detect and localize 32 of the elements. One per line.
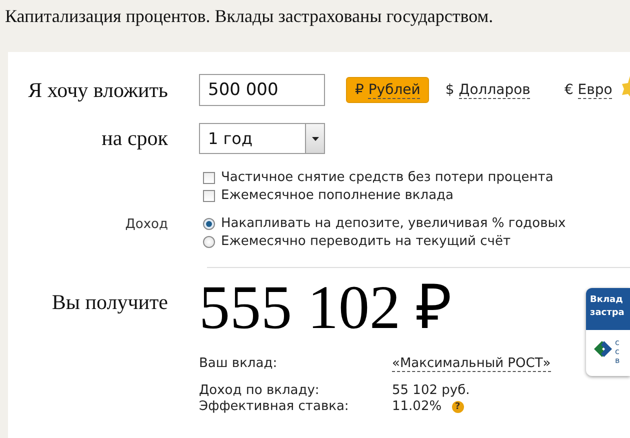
- badge-letter: с: [615, 347, 620, 356]
- field-label: на срок: [100, 126, 168, 151]
- badge-text: застра: [590, 307, 626, 320]
- currency-button[interactable]: $ Долларов: [437, 78, 538, 102]
- radio-button[interactable]: [203, 236, 215, 248]
- radio-label: Ежемесячно переводить на текущий счёт: [221, 234, 511, 249]
- amount-field[interactable]: 500 000: [199, 74, 325, 106]
- detail-label: Доход по вкладу:: [199, 383, 320, 398]
- deposit-link[interactable]: «Максимальный РОСТ»: [392, 356, 551, 372]
- checkbox-label: Ежемесячное пополнение вклада: [221, 188, 454, 203]
- checkbox[interactable]: [203, 190, 215, 202]
- field-label: Я хочу вложить: [27, 78, 168, 102]
- detail-label: Эффективная ставка:: [199, 399, 350, 414]
- currency-button[interactable]: € Евро: [556, 78, 620, 102]
- detail-label: Ваш вклад:: [199, 356, 278, 372]
- radio-button[interactable]: [203, 218, 215, 230]
- help-icon[interactable]: ?: [452, 400, 464, 412]
- badge-letter: в: [615, 356, 620, 365]
- badge-text: Вклад: [590, 294, 624, 307]
- field-label: Доход: [124, 216, 168, 232]
- result-label: Вы получите: [50, 289, 168, 316]
- result-amount: 555 102 ₽: [199, 273, 453, 344]
- radio-label: Накапливать на депозите, увеличивая % годовых: [221, 216, 566, 231]
- page-heading: Капитализация процентов. Вклады застрахованы государством.: [4, 5, 494, 28]
- badge-letter: с: [615, 338, 620, 347]
- currency-button[interactable]: ₽ Рублей: [346, 77, 430, 103]
- checkbox[interactable]: [203, 172, 215, 184]
- checkbox-label: Частичное снятие средств без потери процента: [221, 170, 554, 185]
- caret-icon: [312, 136, 318, 140]
- detail-value: 11.02%: [392, 399, 442, 414]
- term-dropdown[interactable]: 1 год: [199, 123, 325, 154]
- detail-value: 55 102 руб.: [392, 383, 471, 398]
